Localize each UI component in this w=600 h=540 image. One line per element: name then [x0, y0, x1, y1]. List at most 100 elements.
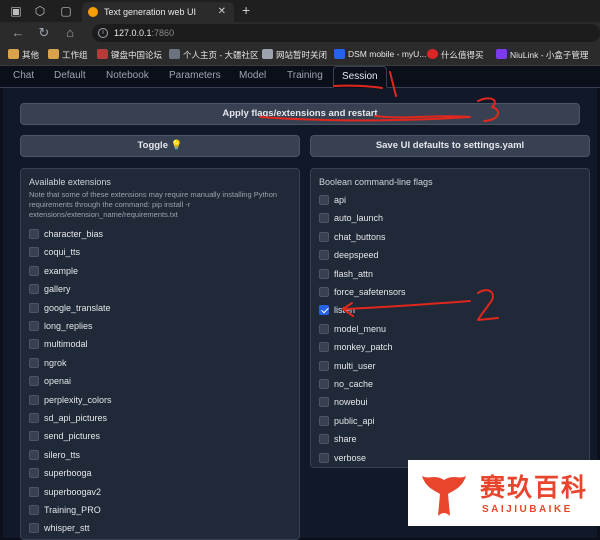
tab-session[interactable]: Session — [333, 66, 387, 88]
close-tab-icon[interactable]: ✕ — [218, 2, 226, 22]
main-tabs: Chat Default Notebook Parameters Model T… — [0, 66, 600, 88]
flag-checkbox-row[interactable]: share — [319, 432, 357, 446]
extension-checkbox-row[interactable]: send_pictures — [29, 429, 100, 443]
flag-checkbox-row[interactable]: chat_buttons — [319, 230, 386, 244]
checkbox[interactable] — [319, 268, 329, 279]
extension-checkbox-row[interactable]: Training_PRO — [29, 503, 101, 517]
flag-label: verbose — [334, 452, 367, 463]
checkbox[interactable] — [29, 321, 39, 331]
checkbox[interactable] — [29, 486, 39, 497]
flag-checkbox-row[interactable]: monkey_patch — [319, 340, 393, 354]
checkbox[interactable] — [319, 213, 329, 224]
workspaces-icon[interactable]: ⬡ — [32, 3, 48, 19]
tab-parameters[interactable]: Parameters — [169, 70, 221, 81]
bookmark-item[interactable]: 个人主页 - 大疆社区 — [169, 49, 259, 61]
bookmark-item[interactable]: 网站暂时关闭 — [262, 49, 327, 61]
back-icon[interactable]: ← — [10, 25, 26, 41]
bookmark-item[interactable]: 键盘中国论坛 — [97, 49, 162, 61]
extension-checkbox-row[interactable]: sd_api_pictures — [29, 411, 107, 425]
tab-default[interactable]: Default — [54, 70, 86, 81]
flag-checkbox-row[interactable]: auto_launch — [319, 211, 383, 225]
flag-checkbox-row[interactable]: force_safetensors — [319, 285, 406, 299]
tab-notebook[interactable]: Notebook — [106, 70, 149, 81]
flag-checkbox-row[interactable]: listen — [319, 303, 355, 317]
tab-actions-icon[interactable]: ▢ — [58, 3, 74, 19]
save-settings-button[interactable]: Save UI defaults to settings.yaml — [310, 135, 590, 157]
site-icon — [97, 49, 108, 59]
tab-chat[interactable]: Chat — [13, 70, 34, 81]
url-port: :7860 — [151, 28, 175, 38]
checkbox[interactable] — [29, 302, 39, 313]
flag-label: api — [334, 195, 347, 205]
extension-label: coqui_tts — [44, 247, 81, 258]
checkbox[interactable] — [319, 434, 329, 445]
new-tab-icon[interactable]: + — [242, 2, 250, 18]
checkbox[interactable] — [29, 265, 39, 276]
checkbox[interactable] — [319, 415, 329, 426]
checkbox[interactable] — [29, 339, 39, 350]
extension-checkbox-row[interactable]: example — [29, 264, 78, 278]
checkbox[interactable] — [319, 195, 329, 205]
bookmark-item[interactable]: 其他 — [8, 49, 39, 61]
checkbox[interactable] — [29, 394, 39, 405]
checkbox[interactable] — [319, 323, 329, 334]
checkbox[interactable] — [29, 229, 39, 239]
extension-checkbox-row[interactable]: superboogav2 — [29, 485, 101, 499]
checkbox[interactable] — [29, 449, 39, 460]
extension-checkbox-row[interactable]: multimodal — [29, 337, 88, 351]
bookmark-item[interactable]: 什么值得买 — [427, 49, 484, 61]
refresh-icon[interactable]: ↻ — [36, 25, 52, 41]
browser-tab[interactable]: Text generation web UI ✕ — [82, 2, 234, 22]
tab-training[interactable]: Training — [287, 70, 323, 81]
extension-checkbox-row[interactable]: silero_tts — [29, 448, 80, 462]
checkbox[interactable] — [319, 379, 329, 389]
checkbox[interactable] — [29, 505, 39, 515]
checkbox[interactable] — [319, 287, 329, 297]
apply-restart-button[interactable]: Apply flags/extensions and restart — [20, 103, 580, 125]
checkbox[interactable] — [29, 247, 39, 258]
checkbox[interactable] — [29, 431, 39, 442]
checkbox[interactable] — [319, 250, 329, 261]
checkbox[interactable] — [29, 357, 39, 368]
extension-checkbox-row[interactable]: whisper_stt — [29, 521, 90, 535]
flag-checkbox-row[interactable]: model_menu — [319, 322, 386, 336]
url-field[interactable]: i 127.0.0.1:7860 — [92, 24, 600, 42]
checkbox[interactable] — [29, 284, 39, 295]
extension-label: silero_tts — [44, 449, 81, 460]
flag-checkbox-row[interactable]: flash_attn — [319, 267, 373, 281]
extension-checkbox-row[interactable]: coqui_tts — [29, 245, 80, 259]
bookmark-item[interactable]: DSM mobile - myU... — [334, 49, 426, 59]
checkbox[interactable] — [319, 397, 329, 408]
checked-checkbox[interactable] — [319, 305, 329, 316]
checkbox[interactable] — [29, 376, 39, 387]
extension-checkbox-row[interactable]: gallery — [29, 282, 71, 296]
flag-checkbox-row[interactable]: deepspeed — [319, 248, 379, 262]
flag-checkbox-row[interactable]: public_api — [319, 414, 375, 428]
flag-checkbox-row[interactable]: verbose — [319, 451, 366, 465]
extension-checkbox-row[interactable]: google_translate — [29, 301, 111, 315]
toggle-button[interactable]: Toggle 💡 — [20, 135, 300, 157]
home-icon[interactable]: ⌂ — [62, 25, 78, 41]
flag-checkbox-row[interactable]: api — [319, 193, 346, 207]
extension-checkbox-row[interactable]: ngrok — [29, 356, 67, 370]
checkbox[interactable] — [319, 231, 329, 242]
flag-checkbox-row[interactable]: no_cache — [319, 377, 373, 391]
extension-checkbox-row[interactable]: perplexity_colors — [29, 393, 112, 407]
checkbox[interactable] — [319, 342, 329, 353]
checkbox[interactable] — [29, 413, 39, 423]
extension-checkbox-row[interactable]: openai — [29, 374, 71, 388]
checkbox[interactable] — [319, 452, 329, 463]
browser-menu-icon[interactable]: ▣ — [8, 3, 24, 19]
flag-checkbox-row[interactable]: multi_user — [319, 359, 376, 373]
site-info-icon[interactable]: i — [98, 28, 108, 38]
extension-checkbox-row[interactable]: long_replies — [29, 319, 93, 333]
extension-checkbox-row[interactable]: superbooga — [29, 466, 92, 480]
checkbox[interactable] — [29, 523, 39, 534]
flag-checkbox-row[interactable]: nowebui — [319, 395, 368, 409]
extension-checkbox-row[interactable]: character_bias — [29, 227, 103, 241]
checkbox[interactable] — [319, 360, 329, 371]
checkbox[interactable] — [29, 468, 39, 479]
tab-model[interactable]: Model — [239, 70, 266, 81]
bookmark-item[interactable]: 工作组 — [48, 49, 88, 61]
bookmark-item[interactable]: NiuLink - 小盒子管理 — [496, 49, 588, 61]
